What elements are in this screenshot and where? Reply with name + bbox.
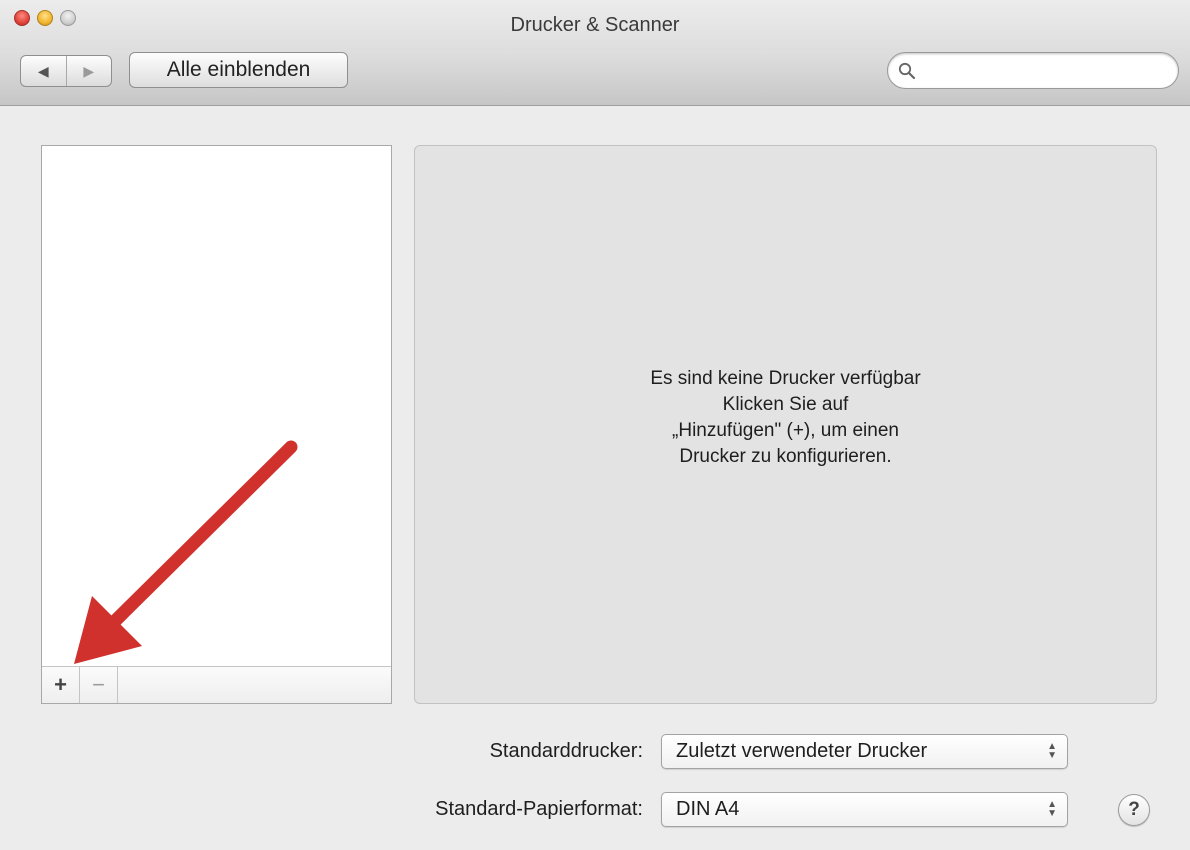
printer-list[interactable]: + − bbox=[41, 145, 392, 704]
no-printers-message: Es sind keine Drucker verfügbar Klicken … bbox=[415, 366, 1156, 470]
printer-list-footer: + − bbox=[42, 666, 391, 703]
printer-detail-pane: Es sind keine Drucker verfügbar Klicken … bbox=[414, 145, 1157, 704]
add-printer-button[interactable]: + bbox=[42, 667, 80, 703]
remove-printer-button[interactable]: − bbox=[80, 667, 118, 703]
message-line: Drucker zu konfigurieren. bbox=[679, 446, 892, 467]
default-printer-popup[interactable]: Zuletzt verwendeter Drucker ▲ ▼ bbox=[661, 734, 1068, 769]
message-line: „Hinzufügen" (+), um einen bbox=[672, 420, 899, 441]
back-button[interactable]: ◀ bbox=[21, 56, 67, 86]
message-line: Es sind keine Drucker verfügbar bbox=[650, 368, 921, 389]
default-printer-label: Standarddrucker: bbox=[489, 740, 643, 762]
search-field[interactable] bbox=[887, 52, 1179, 89]
message-line: Klicken Sie auf bbox=[722, 394, 849, 415]
back-arrow-icon: ◀ bbox=[37, 62, 49, 79]
show-all-button[interactable]: Alle einblenden bbox=[129, 52, 348, 88]
search-icon bbox=[898, 62, 916, 80]
back-forward-control: ◀ ▶ bbox=[20, 55, 112, 87]
paper-size-label: Standard-Papierformat: bbox=[435, 798, 643, 820]
help-button[interactable]: ? bbox=[1118, 794, 1150, 826]
forward-button[interactable]: ▶ bbox=[67, 56, 112, 86]
up-down-chevron-icon: ▲ ▼ bbox=[1047, 741, 1057, 761]
paper-size-value: DIN A4 bbox=[676, 798, 740, 820]
paper-size-popup[interactable]: DIN A4 ▲ ▼ bbox=[661, 792, 1068, 827]
toolbar: Drucker & Scanner ◀ ▶ Alle einblenden bbox=[0, 0, 1190, 106]
forward-arrow-icon: ▶ bbox=[83, 62, 95, 79]
window-title: Drucker & Scanner bbox=[510, 14, 680, 36]
default-printer-value: Zuletzt verwendeter Drucker bbox=[676, 740, 928, 762]
search-input[interactable] bbox=[922, 59, 1166, 83]
up-down-chevron-icon: ▲ ▼ bbox=[1047, 799, 1057, 819]
